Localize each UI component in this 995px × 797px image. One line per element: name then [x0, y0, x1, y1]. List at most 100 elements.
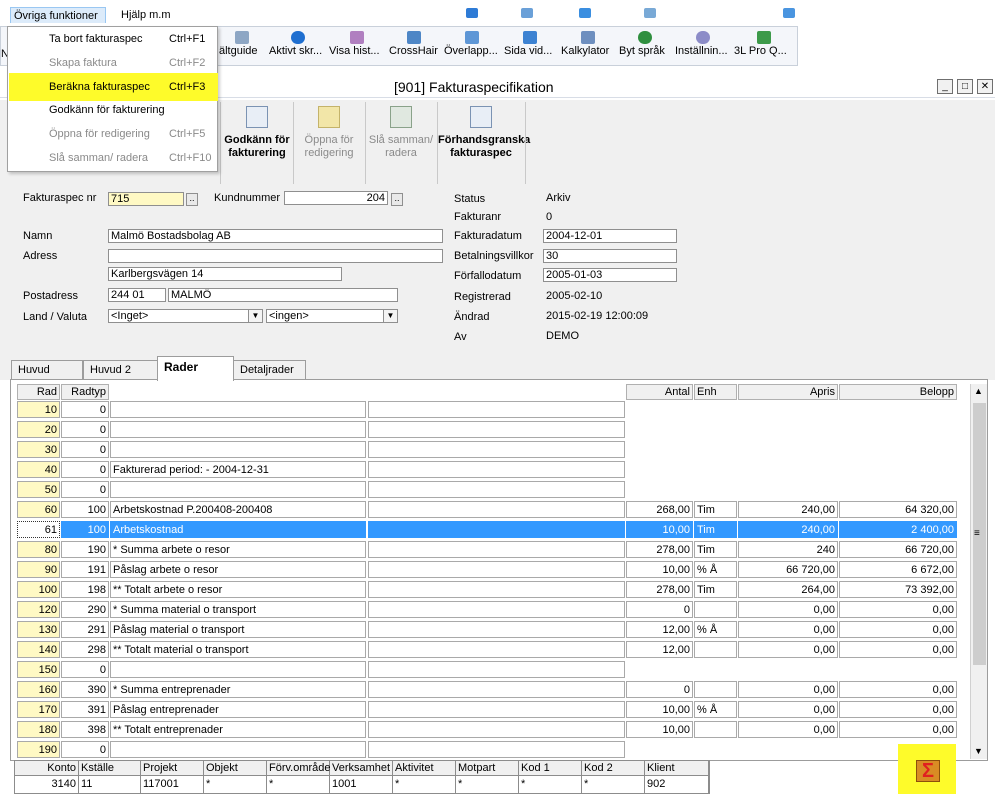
- cell-apris[interactable]: 240,00: [738, 521, 838, 538]
- toolbar-button-overlapp[interactable]: Överlapp...: [444, 31, 499, 65]
- cell-rad[interactable]: 10: [17, 401, 60, 418]
- cell-rad[interactable]: 130: [17, 621, 60, 638]
- toolbar-button-aktivt-skr[interactable]: Aktivt skr...: [269, 31, 327, 65]
- cell-text[interactable]: * Summa arbete o resor: [110, 541, 366, 558]
- cell-antal[interactable]: 278,00: [626, 581, 693, 598]
- cell-text2[interactable]: [368, 441, 625, 458]
- cell-enh[interactable]: Tim: [694, 521, 737, 538]
- account-value[interactable]: 1001: [330, 776, 393, 793]
- scroll-down-icon[interactable]: ▼: [974, 746, 983, 756]
- account-value[interactable]: 11: [79, 776, 141, 793]
- column-header-radtyp[interactable]: Radtyp: [61, 384, 109, 400]
- cell-apris[interactable]: 0,00: [738, 641, 838, 658]
- kundnummer-lookup-button[interactable]: ..: [391, 193, 403, 206]
- cell-antal[interactable]: 10,00: [626, 521, 693, 538]
- cell-antal[interactable]: 10,00: [626, 561, 693, 578]
- account-value[interactable]: *: [519, 776, 582, 793]
- account-value[interactable]: 3140: [15, 776, 79, 793]
- cell-apris[interactable]: 264,00: [738, 581, 838, 598]
- chevron-down-icon[interactable]: ▼: [248, 310, 262, 322]
- cell-rad[interactable]: 180: [17, 721, 60, 738]
- cell-belopp[interactable]: 6 672,00: [839, 561, 957, 578]
- cell-enh[interactable]: Tim: [694, 501, 737, 518]
- namn-input[interactable]: Malmö Bostadsbolag AB: [108, 229, 443, 243]
- cell-apris[interactable]: 240: [738, 541, 838, 558]
- cell-text[interactable]: [110, 661, 366, 678]
- cell-belopp[interactable]: 0,00: [839, 601, 957, 618]
- menu-item-ta-bort[interactable]: Ta bort fakturaspec Ctrl+F1: [9, 28, 218, 51]
- cell-text[interactable]: Påslag entreprenader: [110, 701, 366, 718]
- cell-antal[interactable]: 268,00: [626, 501, 693, 518]
- fakturadatum-input[interactable]: 2004-12-01: [543, 229, 677, 243]
- cell-apris[interactable]: 66 720,00: [738, 561, 838, 578]
- cell-text[interactable]: [110, 441, 366, 458]
- fakturaspec-input[interactable]: 715: [108, 192, 184, 206]
- cell-radtyp[interactable]: 0: [61, 661, 109, 678]
- cell-rad[interactable]: 190: [17, 741, 60, 758]
- cell-antal[interactable]: 12,00: [626, 641, 693, 658]
- cell-text2[interactable]: [368, 561, 625, 578]
- toolbar-button-visa-hist[interactable]: Visa hist...: [329, 31, 384, 65]
- cell-apris[interactable]: 0,00: [738, 681, 838, 698]
- account-value[interactable]: 117001: [141, 776, 204, 793]
- cell-antal[interactable]: 278,00: [626, 541, 693, 558]
- cell-radtyp[interactable]: 398: [61, 721, 109, 738]
- sla-samman-button[interactable]: Slå samman/ radera: [366, 100, 436, 184]
- toolbar-button-faltguide[interactable]: ältguide: [219, 31, 265, 65]
- account-value[interactable]: *: [393, 776, 456, 793]
- account-value[interactable]: *: [582, 776, 645, 793]
- cell-rad[interactable]: 170: [17, 701, 60, 718]
- cell-enh[interactable]: % Å: [694, 561, 737, 578]
- fakturaspec-lookup-button[interactable]: ..: [186, 193, 198, 206]
- godkann-button[interactable]: Godkänn för fakturering: [222, 100, 292, 184]
- land-select[interactable]: <Inget> ▼: [108, 309, 263, 323]
- cell-text2[interactable]: [368, 461, 625, 478]
- cell-text[interactable]: Arbetskostnad: [110, 521, 366, 538]
- cell-text2[interactable]: [368, 401, 625, 418]
- cell-text[interactable]: * Summa entreprenader: [110, 681, 366, 698]
- account-value[interactable]: 902: [645, 776, 709, 793]
- cell-rad[interactable]: 150: [17, 661, 60, 678]
- cell-enh[interactable]: [694, 641, 737, 658]
- cell-text2[interactable]: [368, 681, 625, 698]
- cell-rad[interactable]: 20: [17, 421, 60, 438]
- cell-apris[interactable]: 0,00: [738, 721, 838, 738]
- cell-text[interactable]: Arbetskostnad P.200408-200408: [110, 501, 366, 518]
- cell-apris[interactable]: 0,00: [738, 701, 838, 718]
- cell-radtyp[interactable]: 391: [61, 701, 109, 718]
- betalningsvillkor-input[interactable]: 30: [543, 249, 677, 263]
- cell-text2[interactable]: [368, 621, 625, 638]
- cell-radtyp[interactable]: 100: [61, 521, 109, 538]
- cell-text2[interactable]: [368, 601, 625, 618]
- cell-radtyp[interactable]: 290: [61, 601, 109, 618]
- adress-line1-input[interactable]: [108, 249, 443, 263]
- cell-belopp[interactable]: 0,00: [839, 621, 957, 638]
- account-value[interactable]: *: [204, 776, 267, 793]
- cell-text2[interactable]: [368, 501, 625, 518]
- forhandsgranska-button[interactable]: Förhandsgranska fakturaspec: [438, 100, 530, 184]
- adress-line2-input[interactable]: Karlbergsvägen 14: [108, 267, 342, 281]
- cell-enh[interactable]: Tim: [694, 581, 737, 598]
- cell-rad[interactable]: 60: [17, 501, 60, 518]
- cell-belopp[interactable]: 66 720,00: [839, 541, 957, 558]
- chevron-down-icon[interactable]: ▼: [383, 310, 397, 322]
- cell-text[interactable]: ** Totalt material o transport: [110, 641, 366, 658]
- maximize-button[interactable]: □: [957, 79, 973, 94]
- tab-huvud-2[interactable]: Huvud 2: [83, 360, 158, 380]
- cell-rad[interactable]: 30: [17, 441, 60, 458]
- cell-apris[interactable]: 0,00: [738, 601, 838, 618]
- cell-radtyp[interactable]: 0: [61, 401, 109, 418]
- cell-rad[interactable]: 120: [17, 601, 60, 618]
- menu-item-godkann[interactable]: Godkänn för fakturering: [9, 99, 218, 122]
- cell-enh[interactable]: [694, 721, 737, 738]
- toolbar-button-sida-vid[interactable]: Sida vid...: [504, 31, 556, 65]
- cell-text[interactable]: Fakturerad period: - 2004-12-31: [110, 461, 366, 478]
- cell-belopp[interactable]: 0,00: [839, 641, 957, 658]
- valuta-select[interactable]: <ingen> ▼: [266, 309, 398, 323]
- cell-radtyp[interactable]: 190: [61, 541, 109, 558]
- cell-text[interactable]: * Summa material o transport: [110, 601, 366, 618]
- cell-radtyp[interactable]: 298: [61, 641, 109, 658]
- close-button[interactable]: ✕: [977, 79, 993, 94]
- cell-radtyp[interactable]: 291: [61, 621, 109, 638]
- cell-enh[interactable]: % Å: [694, 701, 737, 718]
